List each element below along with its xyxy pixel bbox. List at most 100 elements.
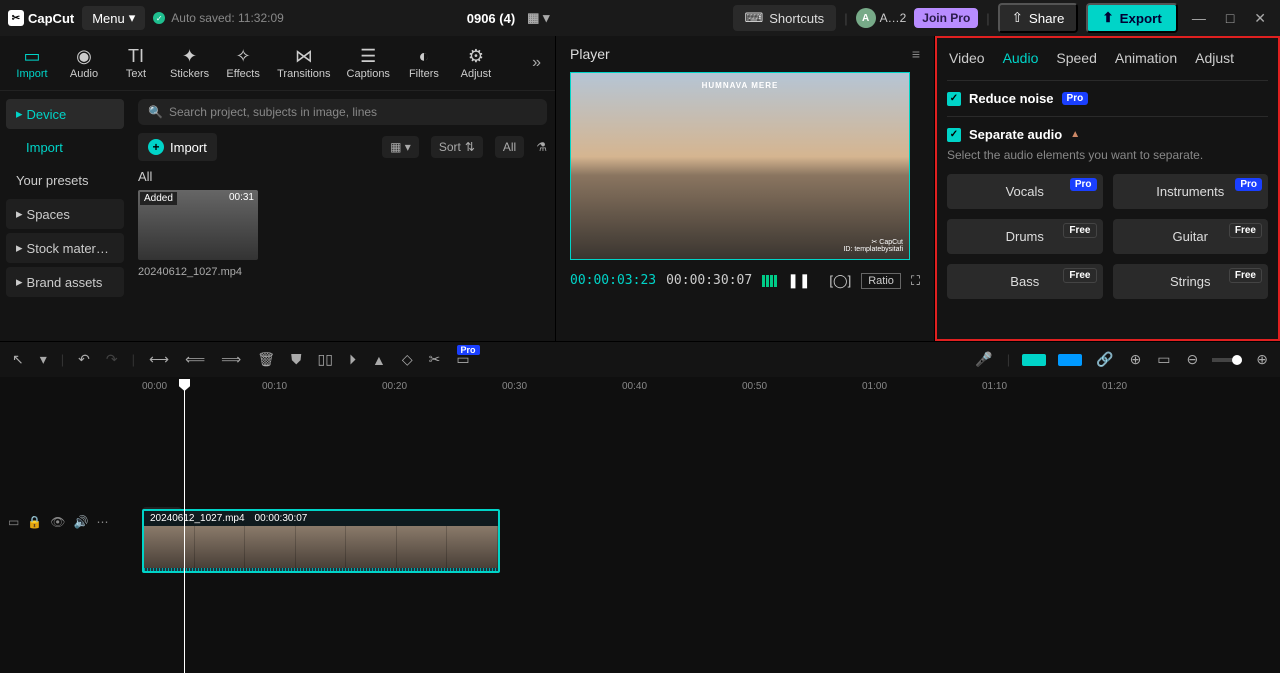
separate-guitar-button[interactable]: GuitarFree [1113, 219, 1269, 254]
minimize-button[interactable]: ― [1186, 10, 1212, 26]
inspector-tab-video[interactable]: Video [949, 50, 985, 66]
watermark: ✂ CapCut ID: templatebysitafi [843, 238, 903, 253]
mic-button[interactable]: 🎤 [973, 349, 994, 370]
separate-strings-button[interactable]: StringsFree [1113, 264, 1269, 299]
tab-stickers[interactable]: ✦Stickers [164, 42, 215, 84]
filter-icon[interactable]: ⚗ [536, 140, 547, 154]
crop-button[interactable]: ✂ [427, 349, 443, 370]
undo-button[interactable]: ↶ [76, 349, 92, 370]
track-mute-icon[interactable]: 🔊 [74, 515, 89, 529]
link-button[interactable]: 🔗 [1094, 349, 1115, 370]
filter-all-button[interactable]: All [495, 136, 524, 158]
sidebar-item-stock[interactable]: ▸ Stock mater… [6, 233, 124, 263]
reduce-noise-checkbox[interactable]: ✓ Reduce noise Pro [947, 91, 1268, 106]
maximize-button[interactable]: □ [1220, 10, 1240, 26]
split-button[interactable]: ⟷ [147, 349, 171, 370]
video-overlay-title: HUMNAVA MERE [571, 81, 909, 90]
menu-label: Menu [92, 11, 125, 26]
ruler-mark: 00:50 [742, 381, 767, 392]
zoom-in-button[interactable]: ⊕ [1254, 349, 1270, 370]
redo-button[interactable]: ↷ [104, 349, 120, 370]
media-content: 🔍 Search project, subjects in image, lin… [130, 91, 555, 341]
split-left-button[interactable]: ⟸ [183, 349, 207, 370]
media-item[interactable]: Added 00:31 20240612_1027.mp4 [138, 190, 258, 278]
timeline-body[interactable]: 00:00 00:10 00:20 00:30 00:40 00:50 01:0… [136, 377, 1280, 673]
sidebar-item-device[interactable]: ▸ Device [6, 99, 124, 129]
sidebar-item-brand[interactable]: ▸ Brand assets [6, 267, 124, 297]
toggle-1[interactable] [1022, 354, 1046, 366]
cursor-dropdown[interactable]: ▾ [38, 349, 49, 370]
sidebar-item-import[interactable]: Import [6, 133, 124, 162]
player-panel: Player ≡ HUMNAVA MERE ✂ CapCut ID: templ… [555, 36, 935, 341]
track-lock-icon[interactable]: 🔒 [27, 515, 42, 529]
sidebar-item-presets[interactable]: Your presets [6, 166, 124, 195]
view-mode-button[interactable]: ▦ ▾ [382, 136, 419, 158]
player-menu-icon[interactable]: ≡ [912, 46, 920, 62]
mirror-button[interactable]: ▯▯ [316, 349, 335, 370]
separate-bass-button[interactable]: BassFree [947, 264, 1103, 299]
separate-audio-checkbox[interactable]: ✓ Separate audio ▲ [947, 127, 1268, 142]
ratio-button[interactable]: Ratio [861, 273, 901, 289]
tab-import[interactable]: ▭Import [8, 42, 56, 84]
project-name[interactable]: 0906 (4) [467, 11, 515, 26]
flip-button[interactable]: ▲ [370, 350, 388, 370]
split-right-button[interactable]: ⟹ [219, 349, 243, 370]
share-button[interactable]: ⇧ Share [998, 3, 1079, 33]
tab-adjust[interactable]: ⚙Adjust [452, 42, 500, 84]
track-visible-icon[interactable]: 👁 [50, 515, 65, 529]
zoom-slider[interactable] [1212, 358, 1242, 362]
ruler-mark: 00:20 [382, 381, 407, 392]
inspector-tab-animation[interactable]: Animation [1115, 50, 1177, 66]
tab-effects[interactable]: ✧Effects [219, 42, 267, 84]
zoom-out-button[interactable]: ⊖ [1185, 349, 1201, 370]
check-icon: ✓ [153, 12, 165, 24]
ruler-mark: 00:40 [622, 381, 647, 392]
separate-instruments-button[interactable]: InstrumentsPro [1113, 174, 1269, 209]
collapse-icon: ▲ [1070, 129, 1080, 140]
sort-button[interactable]: Sort ⇅ [431, 136, 483, 158]
search-placeholder: Search project, subjects in image, lines [169, 105, 377, 119]
tab-audio[interactable]: ◉Audio [60, 42, 108, 84]
fullscreen-icon[interactable]: ⛶ [911, 273, 920, 289]
timeline-ruler[interactable]: 00:00 00:10 00:20 00:30 00:40 00:50 01:0… [136, 377, 1280, 401]
tab-captions[interactable]: ☰Captions [341, 42, 396, 84]
menu-button[interactable]: Menu ▾ [82, 6, 145, 30]
join-pro-button[interactable]: Join Pro [914, 8, 978, 28]
playhead[interactable] [184, 379, 185, 673]
user-area[interactable]: A A…2 [856, 8, 907, 28]
pause-button[interactable]: ❚❚ [787, 272, 810, 289]
player-canvas[interactable]: HUMNAVA MERE ✂ CapCut ID: templatebysita… [570, 72, 910, 260]
toggle-2[interactable] [1058, 354, 1082, 366]
media-category-all[interactable]: All [138, 169, 547, 184]
align-button[interactable]: ⊕ [1128, 349, 1144, 370]
speed-button[interactable]: ⏵ [347, 349, 358, 370]
inspector-tab-adjust[interactable]: Adjust [1195, 50, 1234, 66]
track-more-icon[interactable]: ⋯ [96, 515, 108, 529]
snap-button[interactable]: ▭ [1155, 349, 1172, 370]
inspector-tab-speed[interactable]: Speed [1056, 50, 1096, 66]
search-input[interactable]: 🔍 Search project, subjects in image, lin… [138, 99, 547, 125]
tab-filters[interactable]: ◐Filters [400, 42, 448, 84]
delete-button[interactable]: 🗑 [255, 349, 277, 370]
focus-icon[interactable]: [◯] [829, 273, 851, 289]
enhance-button[interactable]: ▭Pro [454, 351, 471, 368]
captions-icon: ☰ [360, 46, 376, 66]
timeline-clip[interactable]: 20240612_1027.mp4 00:00:30:07 [142, 509, 500, 573]
timeline[interactable]: ▭ 🔒 👁 🔊 ⋯ ✎ Cover 00:00 00:10 00:20 00:3… [0, 377, 1280, 673]
cursor-tool-button[interactable]: ↖ [10, 349, 26, 370]
separate-vocals-button[interactable]: VocalsPro [947, 174, 1103, 209]
track-collapse-icon[interactable]: ▭ [8, 515, 19, 529]
close-button[interactable]: ✕ [1248, 10, 1272, 27]
tab-text[interactable]: TIText [112, 42, 160, 84]
separate-drums-button[interactable]: DrumsFree [947, 219, 1103, 254]
shield-button[interactable]: ⛊ [289, 349, 304, 370]
shortcuts-button[interactable]: ⌨ Shortcuts [733, 5, 837, 31]
tab-transitions[interactable]: ⋈Transitions [271, 42, 336, 84]
rotate-button[interactable]: ◇ [400, 349, 415, 370]
inspector-tab-audio[interactable]: Audio [1003, 50, 1039, 66]
sidebar-item-spaces[interactable]: ▸ Spaces [6, 199, 124, 229]
export-button[interactable]: ⬆ Export [1086, 3, 1177, 33]
tabs-more-icon[interactable]: » [526, 54, 547, 72]
layout-icon[interactable]: ▦ ▾ [527, 10, 549, 26]
import-button[interactable]: + Import [138, 133, 217, 161]
